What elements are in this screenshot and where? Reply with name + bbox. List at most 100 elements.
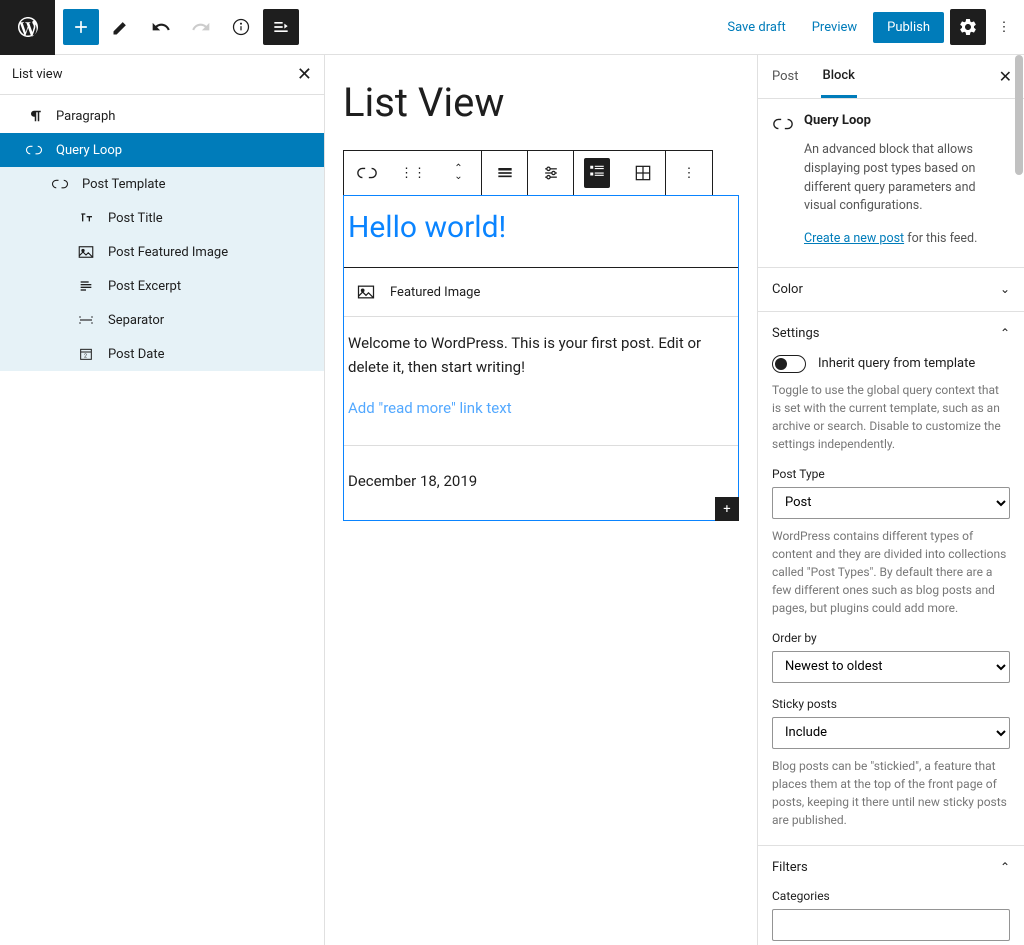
publish-button[interactable]: Publish	[873, 12, 944, 43]
svg-text:2: 2	[84, 353, 87, 359]
listview-item[interactable]: Paragraph	[0, 99, 324, 133]
chevron-down-icon: ⌄	[1000, 282, 1010, 296]
loop-icon	[50, 174, 70, 194]
page-title[interactable]: List View	[343, 79, 745, 126]
listview-tree: Paragraph Query Loop Post Template Post Tit…	[0, 95, 324, 371]
inherit-toggle[interactable]: Inherit query from template	[772, 355, 1010, 373]
sticky-field: Sticky posts Include	[772, 697, 1010, 749]
block-type-icon[interactable]	[344, 151, 390, 195]
tab-post[interactable]: Post	[770, 57, 801, 96]
title-icon	[76, 208, 96, 228]
scrollbar-thumb[interactable]	[1015, 55, 1023, 175]
topbar-right-tools: Save draft Preview Publish ⋮	[717, 9, 1016, 45]
inherit-help: Toggle to use the global query context t…	[772, 381, 1010, 453]
layout-grid-button[interactable]	[620, 151, 666, 195]
filters-panel-header[interactable]: Filters⌃	[758, 846, 1024, 889]
listview-item[interactable]: Separator	[0, 303, 324, 337]
redo-button[interactable]	[183, 9, 219, 45]
block-appender-inner[interactable]: +	[715, 497, 739, 521]
topbar-left-tools	[63, 9, 299, 45]
editor-topbar: Save draft Preview Publish ⋮	[0, 0, 1024, 55]
block-desc-text: An advanced block that allows displaying…	[804, 141, 1010, 216]
settings-panel: Settings⌃ Inherit query from template To…	[758, 312, 1024, 846]
post-type-help: WordPress contains different types of co…	[772, 527, 1010, 617]
display-settings-button[interactable]	[528, 151, 574, 195]
listview-item[interactable]: Post Title	[0, 201, 324, 235]
listview-close[interactable]: ✕	[297, 64, 312, 85]
listview-item[interactable]: Post Template	[0, 167, 324, 201]
listview-item-label: Post Date	[108, 347, 164, 362]
settings-sidebar: Post Block ✕ Query Loop An advanced bloc…	[757, 55, 1024, 945]
block-name: Query Loop	[804, 113, 871, 135]
toggle-switch[interactable]	[772, 355, 806, 373]
create-post-link[interactable]: Create a new post	[804, 231, 904, 246]
inherit-label: Inherit query from template	[818, 356, 975, 371]
orderby-label: Order by	[772, 631, 1010, 645]
sticky-label: Sticky posts	[772, 697, 1010, 711]
wp-logo[interactable]	[0, 0, 55, 55]
settings-toggle[interactable]	[950, 9, 986, 45]
date-icon: 2	[76, 344, 96, 364]
more-menu[interactable]: ⋮	[992, 9, 1016, 45]
info-button[interactable]	[223, 9, 259, 45]
listview-item-label: Post Title	[108, 211, 163, 226]
listview-panel: List view ✕ Paragraph Query Loop Post Temp…	[0, 55, 325, 945]
tab-block[interactable]: Block	[821, 56, 857, 98]
sidebar-close[interactable]: ✕	[999, 67, 1012, 86]
listview-item[interactable]: Query Loop	[0, 133, 324, 167]
tools-button[interactable]	[103, 9, 139, 45]
save-draft-link[interactable]: Save draft	[717, 14, 795, 41]
featured-image-placeholder[interactable]: Featured Image	[344, 267, 738, 316]
readmore-input[interactable]: Add "read more" link text	[344, 393, 738, 439]
query-loop-block[interactable]: Hello world! Featured Image Welcome to W…	[343, 195, 739, 521]
listview-item[interactable]: 2 Post Date	[0, 337, 324, 371]
loop-icon	[24, 140, 44, 160]
listview-item-label: Query Loop	[56, 143, 122, 158]
settings-panel-header[interactable]: Settings⌃	[758, 312, 1024, 355]
block-more-button[interactable]: ⋮	[666, 151, 712, 195]
post-type-select[interactable]: Post	[772, 487, 1010, 519]
link-suffix: for this feed.	[904, 231, 977, 246]
categories-input[interactable]	[772, 909, 1010, 941]
add-block-button[interactable]	[63, 9, 99, 45]
color-panel: Color⌄	[758, 268, 1024, 312]
chevron-up-icon: ⌃	[1000, 860, 1010, 874]
listview-item[interactable]: Post Featured Image	[0, 235, 324, 269]
categories-field: Categories	[772, 889, 1010, 941]
layout-list-button[interactable]	[574, 151, 620, 195]
listview-item-label: Post Template	[82, 177, 166, 192]
move-arrows-icon[interactable]: ⌃⌄	[436, 151, 482, 195]
sidebar-tabs: Post Block ✕	[758, 55, 1024, 99]
listview-toggle-button[interactable]	[263, 9, 299, 45]
post-date[interactable]: December 18, 2019	[344, 452, 738, 520]
image-icon	[356, 282, 376, 302]
excerpt-icon	[76, 276, 96, 296]
orderby-field: Order by Newest to oldest	[772, 631, 1010, 683]
image-icon	[76, 242, 96, 262]
block-toolbar: ⋮⋮ ⌃⌄ ⋮	[343, 150, 713, 196]
preview-link[interactable]: Preview	[802, 14, 867, 41]
listview-title: List view	[12, 67, 62, 82]
editor-canvas: List View ⋮⋮ ⌃⌄ ⋮ Hello world! Featured …	[325, 55, 757, 945]
categories-label: Categories	[772, 889, 1010, 903]
listview-header: List view ✕	[0, 55, 324, 95]
color-panel-header[interactable]: Color⌄	[758, 268, 1024, 311]
separator-block[interactable]	[344, 445, 738, 446]
featured-image-label: Featured Image	[390, 285, 480, 300]
post-title[interactable]: Hello world!	[344, 196, 738, 267]
sticky-help: Blog posts can be "stickied", a feature …	[772, 757, 1010, 829]
undo-button[interactable]	[143, 9, 179, 45]
listview-item-label: Paragraph	[56, 109, 115, 124]
block-description: Query Loop An advanced block that allows…	[758, 99, 1024, 268]
sep-icon	[76, 310, 96, 330]
orderby-select[interactable]: Newest to oldest	[772, 651, 1010, 683]
align-button[interactable]	[482, 151, 528, 195]
post-type-label: Post Type	[772, 467, 1010, 481]
listview-item-label: Post Excerpt	[108, 279, 181, 294]
sticky-select[interactable]: Include	[772, 717, 1010, 749]
post-excerpt[interactable]: Welcome to WordPress. This is your first…	[344, 316, 738, 393]
listview-item-label: Post Featured Image	[108, 245, 228, 260]
drag-handle-icon[interactable]: ⋮⋮	[390, 151, 436, 195]
chevron-up-icon: ⌃	[1000, 326, 1010, 340]
listview-item[interactable]: Post Excerpt	[0, 269, 324, 303]
